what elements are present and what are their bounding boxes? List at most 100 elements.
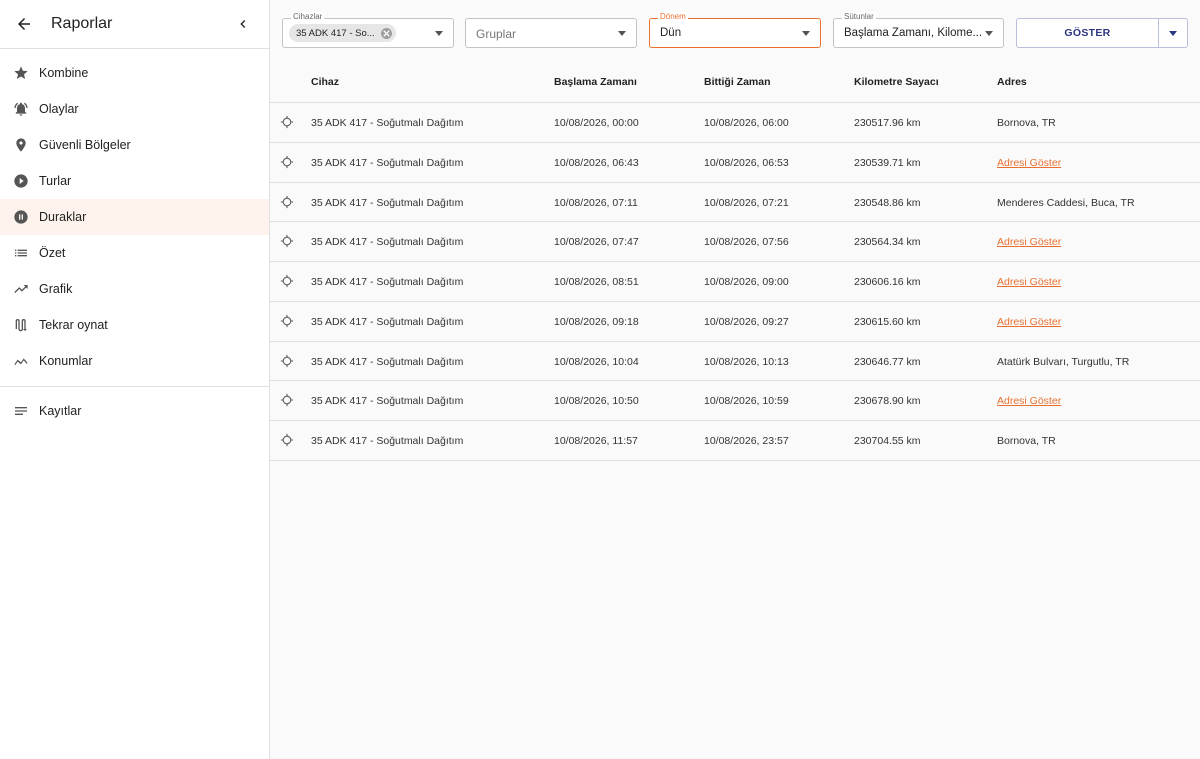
cell-end: 10/08/2026, 10:59 — [704, 395, 789, 408]
chevron-left-icon — [240, 20, 246, 28]
cell-odometer: 230678.90 km — [854, 395, 921, 408]
column-header-start[interactable]: Başlama Zamanı — [554, 76, 637, 88]
cell-device: 35 ADK 417 - Soğutmalı Dağıtım — [311, 276, 464, 288]
sidebar-item-duraklar[interactable]: Duraklar — [0, 199, 269, 235]
gps-locate-icon[interactable] — [280, 234, 294, 248]
chevron-down-icon — [1169, 30, 1177, 36]
table-row: 35 ADK 417 - Soğutmalı Dağıtım 10/08/2026… — [270, 342, 1200, 382]
cell-start: 10/08/2026, 07:11 — [554, 196, 638, 209]
play-circle-icon — [12, 172, 30, 190]
show-address-link[interactable]: Adresi Göster — [997, 157, 1061, 169]
sidebar-item-olaylar[interactable]: Olaylar — [0, 91, 269, 127]
cell-device: 35 ADK 417 - Soğutmalı Dağıtım — [311, 355, 464, 368]
cell-odometer: 230539.71 km — [854, 156, 921, 169]
table-body: 35 ADK 417 - Soğutmalı Dağıtım 10/08/2026… — [270, 103, 1200, 461]
column-header-end[interactable]: Bittiği Zaman — [704, 76, 771, 88]
chip-remove-button[interactable] — [380, 27, 392, 39]
period-select-label: Dönem — [658, 12, 688, 22]
cell-address: Bornova, TR — [997, 435, 1056, 447]
cell-odometer: 230548.86 km — [854, 196, 921, 209]
sidebar: Raporlar Kombine Olaylar Güvenli Bölgele… — [0, 0, 270, 759]
sidebar-item-ozet[interactable]: Özet — [0, 235, 269, 271]
gps-locate-icon[interactable] — [280, 354, 294, 368]
cell-end: 10/08/2026, 09:27 — [704, 315, 789, 328]
gps-locate-icon[interactable] — [280, 115, 294, 129]
sidebar-divider — [0, 386, 269, 387]
cell-start: 10/08/2026, 10:04 — [554, 355, 639, 368]
groups-select[interactable]: Gruplar — [465, 18, 637, 48]
sidebar-item-label: Kombine — [39, 66, 89, 80]
cell-end: 10/08/2026, 07:21 — [704, 196, 789, 209]
cell-end: 10/08/2026, 09:00 — [704, 276, 789, 288]
cell-device: 35 ADK 417 - Soğutmalı Dağıtım — [311, 236, 464, 249]
sidebar-item-tekrar-oynat[interactable]: Tekrar oynat — [0, 307, 269, 343]
column-header-device[interactable]: Cihaz — [311, 76, 339, 88]
sidebar-item-label: Kayıtlar — [39, 404, 82, 418]
back-button[interactable] — [12, 12, 36, 36]
main-content: Cihazlar 35 ADK 417 - So... Gruplar Döne… — [270, 0, 1200, 759]
gps-locate-icon[interactable] — [280, 433, 294, 447]
cell-device: 35 ADK 417 - Soğutmalı Dağıtım — [311, 117, 464, 129]
table-row: 35 ADK 417 - Soğutmalı Dağıtım 10/08/2026… — [270, 183, 1200, 223]
cell-start: 10/08/2026, 06:43 — [554, 156, 639, 169]
column-header-odometer[interactable]: Kilometre Sayacı — [854, 76, 939, 88]
sidebar-item-label: Olaylar — [39, 102, 79, 116]
gps-locate-icon[interactable] — [280, 155, 294, 169]
devices-select[interactable]: Cihazlar 35 ADK 417 - So... — [282, 12, 454, 48]
cell-odometer: 230564.34 km — [854, 236, 921, 249]
report-menu: Kombine Olaylar Güvenli Bölgeler Turlar … — [0, 49, 269, 429]
gps-locate-icon[interactable] — [280, 195, 294, 209]
sidebar-item-label: Özet — [39, 246, 66, 260]
device-chip-label: 35 ADK 417 - So... — [296, 27, 375, 39]
gps-locate-icon[interactable] — [280, 393, 294, 407]
gps-locate-icon[interactable] — [280, 314, 294, 328]
sidebar-item-turlar[interactable]: Turlar — [0, 163, 269, 199]
chevron-down-icon — [618, 31, 626, 36]
cell-start: 10/08/2026, 07:47 — [554, 236, 639, 249]
map-pin-icon — [12, 136, 30, 154]
sidebar-item-kombine[interactable]: Kombine — [0, 55, 269, 91]
show-options-button[interactable] — [1158, 18, 1188, 48]
cell-start: 10/08/2026, 00:00 — [554, 117, 639, 129]
sidebar-item-kayitlar[interactable]: Kayıtlar — [0, 393, 269, 429]
table-header: Cihaz Başlama Zamanı Bittiği Zaman Kilom… — [270, 62, 1200, 103]
cell-odometer: 230704.55 km — [854, 435, 921, 447]
columns-select[interactable]: Sütunlar Başlama Zamanı, Kilome... — [833, 12, 1004, 48]
show-address-link[interactable]: Adresi Göster — [997, 316, 1061, 328]
bell-icon — [12, 100, 30, 118]
table-row: 35 ADK 417 - Soğutmalı Dağıtım 10/08/2026… — [270, 381, 1200, 421]
sidebar-item-label: Güvenli Bölgeler — [39, 138, 131, 152]
show-address-link[interactable]: Adresi Göster — [997, 395, 1061, 407]
route-icon — [12, 316, 30, 334]
columns-select-label: Sütunlar — [842, 12, 876, 22]
chevron-down-icon — [802, 31, 810, 36]
close-icon — [382, 29, 390, 37]
trending-up-icon — [12, 280, 30, 298]
cell-end: 10/08/2026, 10:13 — [704, 355, 789, 368]
table-row: 35 ADK 417 - Soğutmalı Dağıtım 10/08/2026… — [270, 143, 1200, 183]
sidebar-item-guvenli-bolgeler[interactable]: Güvenli Bölgeler — [0, 127, 269, 163]
collapse-sidebar-button[interactable] — [231, 12, 255, 36]
period-select[interactable]: Dönem Dün — [649, 12, 821, 48]
show-address-link[interactable]: Adresi Göster — [997, 276, 1061, 288]
columns-value: Başlama Zamanı, Kilome... — [844, 27, 983, 39]
show-address-link[interactable]: Adresi Göster — [997, 236, 1061, 248]
cell-address: Atatürk Bulvarı, Turgutlu, TR — [997, 355, 1130, 368]
column-header-address[interactable]: Adres — [997, 76, 1027, 88]
sidebar-item-konumlar[interactable]: Konumlar — [0, 343, 269, 379]
sidebar-item-grafik[interactable]: Grafik — [0, 271, 269, 307]
gps-locate-icon[interactable] — [280, 274, 294, 288]
show-button[interactable]: GÖSTER — [1016, 18, 1158, 48]
sidebar-header: Raporlar — [0, 0, 269, 49]
groups-placeholder: Gruplar — [476, 27, 517, 41]
cell-odometer: 230606.16 km — [854, 276, 921, 288]
pause-circle-icon — [12, 208, 30, 226]
cell-odometer: 230615.60 km — [854, 315, 921, 328]
cell-device: 35 ADK 417 - Soğutmalı Dağıtım — [311, 435, 464, 447]
cell-device: 35 ADK 417 - Soğutmalı Dağıtım — [311, 315, 464, 328]
sidebar-item-label: Turlar — [39, 174, 72, 188]
cell-start: 10/08/2026, 11:57 — [554, 435, 638, 447]
sidebar-title: Raporlar — [51, 15, 113, 32]
cell-odometer: 230517.96 km — [854, 117, 921, 129]
cell-device: 35 ADK 417 - Soğutmalı Dağıtım — [311, 395, 464, 408]
